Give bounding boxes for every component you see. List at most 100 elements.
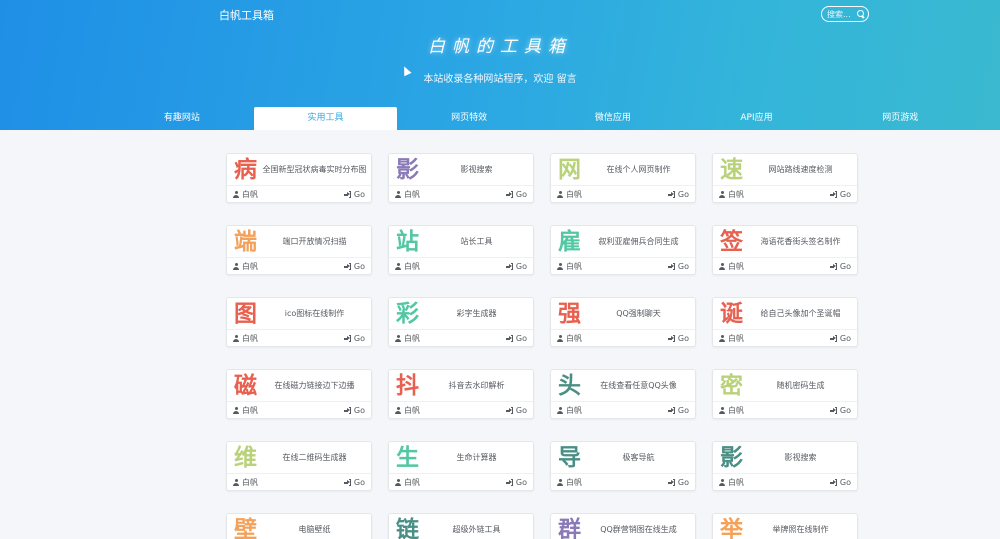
card-title[interactable]: 超级外链工具 [424, 524, 533, 535]
card-title[interactable]: 影视搜索 [748, 452, 857, 463]
tool-card[interactable]: 彩彩字生成器 白帆 Go [388, 297, 534, 347]
card-title[interactable]: 电脑壁纸 [262, 524, 371, 535]
tool-card[interactable]: 影影视搜索 白帆 Go [388, 153, 534, 203]
card-title[interactable]: 叙利亚雇佣兵合同生成 [586, 236, 695, 247]
tab-2[interactable]: 网页特效 [397, 107, 541, 130]
card-title[interactable]: QQ群营销图在线生成 [586, 524, 695, 535]
card-header: 雇叙利亚雇佣兵合同生成 [551, 226, 695, 258]
tool-card[interactable]: 影影视搜索 白帆 Go [712, 441, 858, 491]
card-author: 白帆 [557, 405, 582, 416]
card-title[interactable]: 海语花香街头签名制作 [748, 236, 857, 247]
card-header: 影影视搜索 [713, 442, 857, 474]
site-brand[interactable]: 白帆工具箱 [219, 7, 274, 23]
go-link[interactable]: Go [667, 334, 689, 343]
card-title[interactable]: 极客导航 [586, 452, 695, 463]
card-title[interactable]: 在线查看任意QQ头像 [586, 380, 695, 391]
card-title[interactable]: 随机密码生成 [748, 380, 857, 391]
tab-4[interactable]: API应用 [685, 107, 829, 130]
card-header: 强 QQ强制聊天 [551, 298, 695, 330]
author-name: 白帆 [566, 406, 582, 415]
tool-card[interactable]: 强 QQ强制聊天 白帆 Go [550, 297, 696, 347]
card-initial: 群 [558, 516, 581, 539]
go-link[interactable]: Go [667, 190, 689, 199]
card-author: 白帆 [233, 189, 258, 200]
tool-card[interactable]: 速网站路线速度检测 白帆 Go [712, 153, 858, 203]
tool-card[interactable]: 导极客导航 白帆 Go [550, 441, 696, 491]
card-title[interactable]: 站长工具 [424, 236, 533, 247]
sign-in-icon [829, 479, 837, 486]
card-header: 影影视搜索 [389, 154, 533, 186]
card-author: 白帆 [719, 405, 744, 416]
card-initial: 头 [558, 372, 581, 399]
card-title[interactable]: 影视搜索 [424, 164, 533, 175]
card-footer: 白帆 Go [389, 474, 533, 490]
sign-in-icon [343, 263, 351, 270]
go-link[interactable]: Go [829, 262, 851, 271]
tool-card[interactable]: 签海语花香街头签名制作 白帆 Go [712, 225, 858, 275]
card-title[interactable]: 生命计算器 [424, 452, 533, 463]
card-title[interactable]: 全国新型冠状病毒实时分布图 [262, 164, 371, 175]
go-link[interactable]: Go [343, 262, 365, 271]
tool-card[interactable]: 网在线个人网页制作 白帆 Go [550, 153, 696, 203]
go-link[interactable]: Go [343, 334, 365, 343]
user-icon [557, 407, 563, 414]
tool-card[interactable]: 病全国新型冠状病毒实时分布图 白帆 Go [226, 153, 372, 203]
tab-5[interactable]: 网页游戏 [828, 107, 972, 130]
tool-card[interactable]: 头在线查看任意QQ头像白帆 Go [550, 369, 696, 419]
tool-card[interactable]: 抖抖音去水印解析 白帆 Go [388, 369, 534, 419]
card-initial: 站 [396, 228, 419, 255]
tool-card[interactable]: 诞给自己头像加个圣诞帽 白帆 Go [712, 297, 858, 347]
card-title[interactable]: 举牌照在线制作 [748, 524, 857, 535]
card-title[interactable]: 彩字生成器 [424, 308, 533, 319]
go-link[interactable]: Go [505, 262, 527, 271]
tool-card[interactable]: 壁电脑壁纸白帆Go [226, 513, 372, 539]
tool-card[interactable]: 举举牌照在线制作白帆Go [712, 513, 858, 539]
search-input[interactable] [827, 9, 857, 19]
go-label: Go [839, 190, 851, 199]
card-title[interactable]: 抖音去水印解析 [424, 380, 533, 391]
tool-card[interactable]: 磁在线磁力链接边下边播 白帆 Go [226, 369, 372, 419]
go-link[interactable]: Go [505, 478, 527, 487]
tab-0[interactable]: 有趣网站 [110, 107, 254, 130]
go-link[interactable]: Go [667, 478, 689, 487]
go-link[interactable]: Go [829, 334, 851, 343]
card-title[interactable]: 给自己头像加个圣诞帽 [748, 308, 857, 319]
card-initial: 举 [720, 516, 743, 539]
card-title[interactable]: 在线个人网页制作 [586, 164, 695, 175]
card-title[interactable]: ico图标在线制作 [262, 308, 371, 319]
go-link[interactable]: Go [829, 406, 851, 415]
go-link[interactable]: Go [505, 334, 527, 343]
search-icon[interactable] [857, 10, 864, 18]
tool-card[interactable]: 雇叙利亚雇佣兵合同生成 白帆 Go [550, 225, 696, 275]
card-title[interactable]: 网站路线速度检测 [748, 164, 857, 175]
tab-1[interactable]: 实用工具 [253, 107, 398, 130]
go-link[interactable]: Go [667, 406, 689, 415]
card-title[interactable]: 端口开放情况扫描 [262, 236, 371, 247]
tool-card[interactable]: 图 ico图标在线制作 白帆 Go [226, 297, 372, 347]
go-link[interactable]: Go [343, 406, 365, 415]
tool-card[interactable]: 维在线二维码生成器 白帆 Go [226, 441, 372, 491]
card-title[interactable]: 在线磁力链接边下边播 [262, 380, 371, 391]
go-link[interactable]: Go [343, 478, 365, 487]
card-title[interactable]: QQ强制聊天 [586, 308, 695, 319]
go-link[interactable]: Go [829, 190, 851, 199]
go-link[interactable]: Go [829, 478, 851, 487]
go-label: Go [677, 190, 689, 199]
card-title[interactable]: 在线二维码生成器 [262, 452, 371, 463]
go-link[interactable]: Go [667, 262, 689, 271]
card-initial: 强 [558, 300, 581, 327]
tool-card[interactable]: 生生命计算器白帆 Go [388, 441, 534, 491]
tab-3[interactable]: 微信应用 [541, 107, 685, 130]
go-link[interactable]: Go [505, 190, 527, 199]
author-name: 白帆 [728, 406, 744, 415]
card-initial: 生 [396, 444, 419, 471]
tool-card[interactable]: 站站长工具 白帆 Go [388, 225, 534, 275]
tool-card[interactable]: 端端口开放情况扫描 白帆 Go [226, 225, 372, 275]
go-link[interactable]: Go [343, 190, 365, 199]
search-box[interactable] [821, 6, 869, 22]
tool-card[interactable]: 链超级外链工具白帆Go [388, 513, 534, 539]
go-link[interactable]: Go [505, 406, 527, 415]
tool-card[interactable]: 密随机密码生成 白帆 Go [712, 369, 858, 419]
sign-in-icon [505, 191, 513, 198]
tool-card[interactable]: 群QQ群营销图在线生成白帆Go [550, 513, 696, 539]
